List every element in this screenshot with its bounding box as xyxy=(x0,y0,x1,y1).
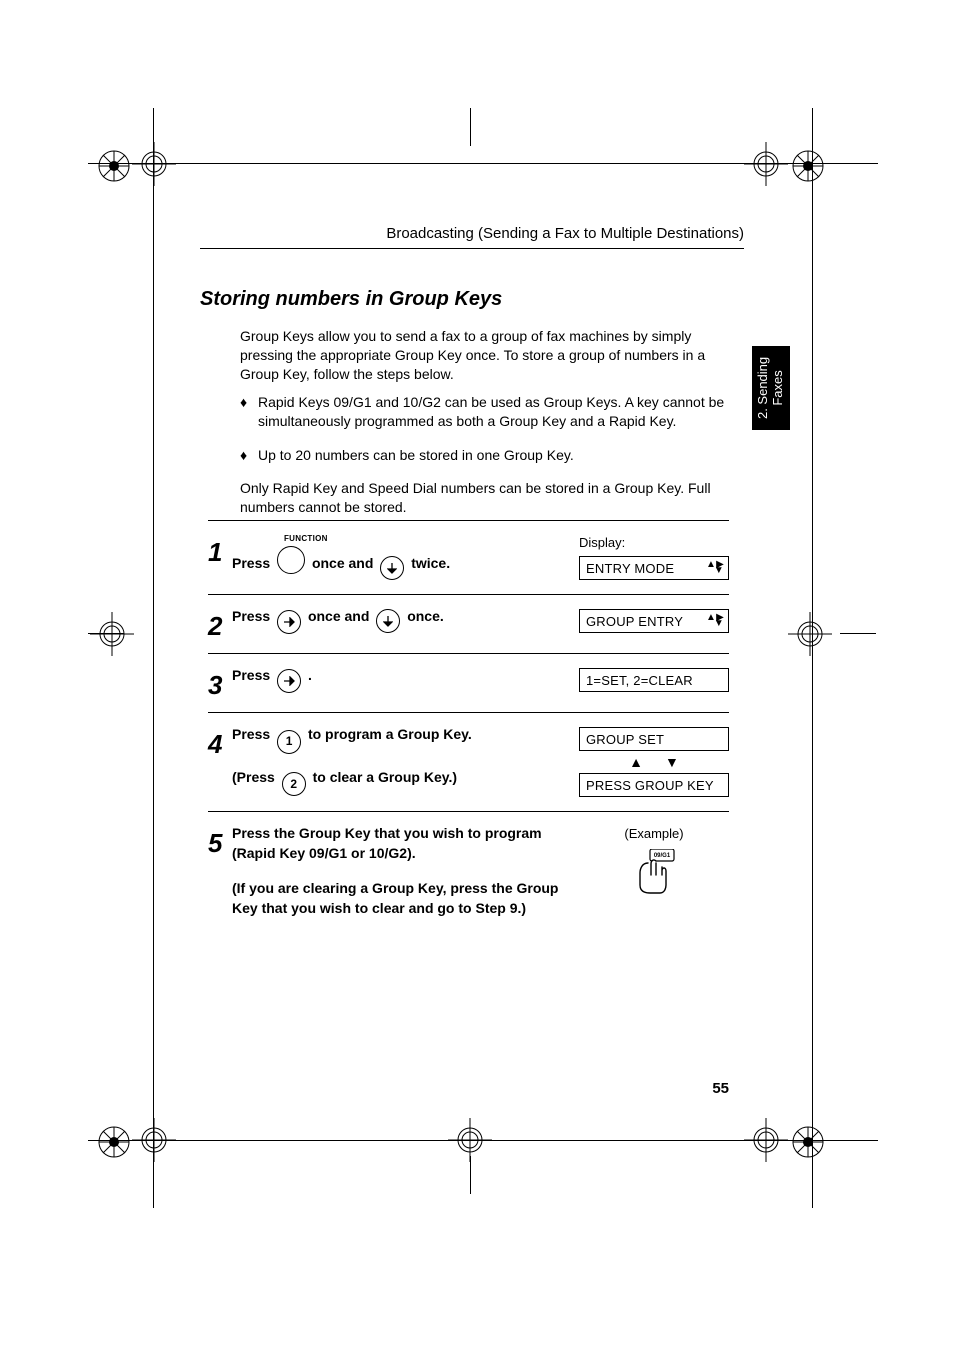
display-text: 1=SET, 2=CLEAR xyxy=(586,673,693,688)
registration-target-icon xyxy=(88,610,136,658)
step-3-instruction: Press . xyxy=(232,666,579,693)
display-text: PRESS GROUP KEY xyxy=(586,778,714,793)
step-1-display: Display: ENTRY MODE ▲▶▼ xyxy=(579,533,729,580)
bullet-1-text: Rapid Keys 09/G1 and 10/G2 can be used a… xyxy=(258,393,730,431)
step-3-display: 1=SET, 2=CLEAR xyxy=(579,666,729,692)
running-head: Broadcasting (Sending a Fax to Multiple … xyxy=(200,225,744,242)
function-key-icon xyxy=(277,546,305,574)
step-number: 3 xyxy=(208,666,232,698)
page-number: 55 xyxy=(712,1080,729,1097)
paragraph-intro: Group Keys allow you to send a fax to a … xyxy=(240,327,730,384)
registration-target-icon xyxy=(130,1116,178,1164)
crop-rule-right xyxy=(812,108,813,1208)
paragraph-note: Only Rapid Key and Speed Dial numbers ca… xyxy=(240,479,730,517)
steps-list: 1 FUNCTION Press once and twice. Display… xyxy=(208,520,729,933)
display-box: GROUP ENTRY ▲▶▼ xyxy=(579,609,729,633)
display-box: GROUP SET xyxy=(579,727,729,751)
step-4-display: GROUP SET ▲▼ PRESS GROUP KEY xyxy=(579,725,729,797)
display-scroll-icon: ▲▶▼ xyxy=(706,562,724,574)
registration-target-icon xyxy=(130,140,178,188)
right-arrow-key-icon xyxy=(277,610,301,634)
example-label: (Example) xyxy=(579,826,729,841)
display-text: ENTRY MODE xyxy=(586,561,674,576)
step-4: 4 Press 1 to program a Group Key. (Press… xyxy=(208,713,729,811)
step-number: 5 xyxy=(208,824,232,856)
section-tab: 2. SendingFaxes xyxy=(752,346,790,430)
registration-target-icon xyxy=(742,1116,790,1164)
down-arrow-key-icon xyxy=(376,609,400,633)
step-2-display: GROUP ENTRY ▲▶▼ xyxy=(579,607,729,633)
step-number: 1 xyxy=(208,533,232,565)
numkey-1-icon: 1 xyxy=(277,730,301,754)
section-title: Storing numbers in Group Keys xyxy=(200,288,502,311)
step-5-instruction: Press the Group Key that you wish to pro… xyxy=(232,824,579,918)
registration-target-icon xyxy=(742,140,790,188)
step-2-instruction: Press once and once. xyxy=(232,607,579,634)
step-1-instruction: FUNCTION Press once and twice. xyxy=(232,533,579,580)
press-key-hand-icon: 09/G1 xyxy=(579,849,729,895)
step-5-line2: (If you are clearing a Group Key, press … xyxy=(232,879,569,918)
display-label: Display: xyxy=(579,535,729,550)
function-key-label: FUNCTION xyxy=(284,533,569,544)
bullet-1: ♦ Rapid Keys 09/G1 and 10/G2 can be used… xyxy=(240,393,730,431)
registration-wheel-icon xyxy=(790,148,826,184)
display-box: PRESS GROUP KEY xyxy=(579,773,729,797)
bullet-2-text: Up to 20 numbers can be stored in one Gr… xyxy=(258,446,730,465)
display-box: 1=SET, 2=CLEAR xyxy=(579,668,729,692)
step-4-instruction: Press 1 to program a Group Key. (Press 2… xyxy=(232,725,579,796)
step-number: 2 xyxy=(208,607,232,639)
display-box: ENTRY MODE ▲▶▼ xyxy=(579,556,729,580)
step-2: 2 Press once and once. GROUP ENTRY ▲▶▼ xyxy=(208,595,729,653)
crop-tick-right-mid xyxy=(840,633,876,634)
step-3: 3 Press . 1=SET, 2=CLEAR xyxy=(208,654,729,712)
head-rule xyxy=(200,248,744,249)
right-arrow-key-icon xyxy=(277,669,301,693)
registration-target-icon xyxy=(786,610,834,658)
registration-wheel-icon xyxy=(96,148,132,184)
step-5-example: (Example) 09/G1 xyxy=(579,824,729,895)
crop-tick-top-mid xyxy=(470,108,471,146)
display-text: GROUP ENTRY xyxy=(586,614,683,629)
display-scroll-icon: ▲▶▼ xyxy=(706,615,724,627)
page: Broadcasting (Sending a Fax to Multiple … xyxy=(0,0,954,1351)
bullet-2: ♦ Up to 20 numbers can be stored in one … xyxy=(240,446,730,465)
step-5-line1: Press the Group Key that you wish to pro… xyxy=(232,824,569,863)
display-text: GROUP SET xyxy=(586,732,664,747)
bullet-diamond-icon: ♦ xyxy=(240,393,258,431)
registration-target-icon xyxy=(446,1116,494,1164)
numkey-2-icon: 2 xyxy=(282,772,306,796)
registration-wheel-icon xyxy=(96,1124,132,1160)
step-number: 4 xyxy=(208,725,232,757)
section-tab-label: 2. SendingFaxes xyxy=(756,357,786,419)
registration-wheel-icon xyxy=(790,1124,826,1160)
bullet-diamond-icon: ♦ xyxy=(240,446,258,465)
crop-rule-left xyxy=(153,108,154,1208)
step-1: 1 FUNCTION Press once and twice. Display… xyxy=(208,521,729,594)
step-5: 5 Press the Group Key that you wish to p… xyxy=(208,812,729,932)
display-stack-arrows-icon: ▲▼ xyxy=(579,751,729,773)
down-arrow-key-icon xyxy=(380,556,404,580)
svg-text:09/G1: 09/G1 xyxy=(654,853,671,859)
